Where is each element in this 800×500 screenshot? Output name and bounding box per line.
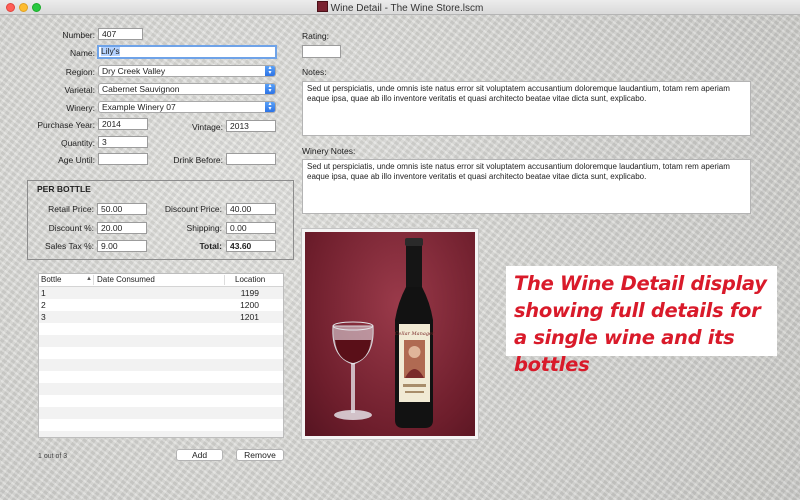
discount-price-label: Discount Price: <box>164 204 222 214</box>
wine-bottle-and-glass-image: Cellar Manager <box>332 238 435 428</box>
purchase-year-label: Purchase Year: <box>37 120 95 130</box>
bottles-table-header: Bottle ▲ Date Consumed Location <box>39 274 283 287</box>
quantity-label: Quantity: <box>60 138 95 148</box>
table-row[interactable]: 2 1200 <box>39 299 283 311</box>
winery-label: Winery: <box>66 103 95 113</box>
winery-notes-textarea[interactable]: Sed ut perspiciatis, unde omnis iste nat… <box>302 159 751 214</box>
wine-photo: Cellar Manager <box>305 232 475 436</box>
number-field[interactable]: 407 <box>98 28 143 40</box>
title-bar: Wine Detail - The Wine Store.lscm <box>0 0 800 15</box>
column-header-date-consumed[interactable]: Date Consumed <box>93 275 155 285</box>
number-label: Number: <box>62 30 95 40</box>
location-cell: 1200 <box>240 300 259 310</box>
retail-price-label: Retail Price: <box>48 204 94 214</box>
total-field: 43.60 <box>226 240 276 252</box>
empty-row <box>39 395 283 407</box>
rating-label: Rating: <box>302 31 329 41</box>
location-cell: 1199 <box>240 288 259 298</box>
table-row[interactable]: 1 1199 <box>39 287 283 299</box>
varietal-value: Cabernet Sauvignon <box>102 84 180 94</box>
window-title: Wine Detail - The Wine Store.lscm <box>0 1 800 14</box>
bottles-table[interactable]: Bottle ▲ Date Consumed Location 1 1199 21… <box>38 273 284 438</box>
sort-ascending-icon: ▲ <box>86 276 92 282</box>
notes-label: Notes: <box>302 67 327 77</box>
notes-textarea[interactable]: Sed ut perspiciatis, unde omnis iste nat… <box>302 81 751 136</box>
column-header-location[interactable]: Location <box>224 275 283 285</box>
table-row[interactable]: 3 1201 <box>39 311 283 323</box>
winery-notes-label: Winery Notes: <box>302 146 356 156</box>
per-bottle-title: PER BOTTLE <box>37 184 91 194</box>
caption-text: The Wine Detail display showing full det… <box>514 272 767 376</box>
varietal-select[interactable]: Cabernet Sauvignon ▴ ▾ <box>98 83 276 95</box>
varietal-label: Varietal: <box>64 85 95 95</box>
empty-row <box>39 359 283 371</box>
age-until-field[interactable] <box>98 153 148 165</box>
wine-detail-window: Wine Detail - The Wine Store.lscm Number… <box>0 0 800 500</box>
shipping-label: Shipping: <box>186 223 222 233</box>
remove-bottle-button[interactable]: Remove <box>236 449 284 461</box>
region-value: Dry Creek Valley <box>102 66 166 76</box>
empty-row <box>39 419 283 431</box>
region-label: Region: <box>65 67 95 77</box>
age-until-label: Age Until: <box>58 155 95 165</box>
winery-select[interactable]: Example Winery 07 ▴ ▾ <box>98 101 276 113</box>
name-label: Name: <box>69 48 95 58</box>
retail-price-field[interactable]: 50.00 <box>97 203 147 215</box>
chevron-updown-icon: ▴ ▾ <box>265 101 275 112</box>
empty-row <box>39 431 283 437</box>
drink-before-label: Drink Before: <box>173 155 223 165</box>
record-count: 1 out of 3 <box>38 453 68 460</box>
sales-tax-field[interactable]: 9.00 <box>97 240 147 252</box>
chevron-updown-icon: ▴ ▾ <box>265 83 275 94</box>
name-field[interactable]: Lily's <box>97 45 277 59</box>
rating-field[interactable] <box>302 45 341 58</box>
bottle-label-text: Cellar Manager <box>395 331 435 337</box>
empty-row <box>39 407 283 419</box>
discount-pct-label: Discount %: <box>48 223 94 233</box>
shipping-field[interactable]: 0.00 <box>226 222 276 234</box>
vintage-label: Vintage: <box>191 122 223 132</box>
add-bottle-button[interactable]: Add <box>176 449 223 461</box>
sales-tax-label: Sales Tax %: <box>45 241 94 251</box>
winery-value: Example Winery 07 <box>102 102 176 112</box>
empty-row <box>39 383 283 395</box>
empty-row <box>39 323 283 335</box>
location-cell: 1201 <box>240 312 259 322</box>
empty-row <box>39 347 283 359</box>
region-select[interactable]: Dry Creek Valley ▴ ▾ <box>98 65 276 77</box>
vintage-field[interactable]: 2013 <box>226 120 276 132</box>
wine-photo-well[interactable]: Cellar Manager <box>301 228 479 440</box>
total-label: Total: <box>199 241 222 251</box>
column-header-bottle[interactable]: Bottle <box>41 275 61 284</box>
quantity-field[interactable]: 3 <box>98 136 148 148</box>
empty-row <box>39 371 283 383</box>
name-field-value: Lily's <box>101 46 120 56</box>
bottle-cell: 2 <box>41 300 46 310</box>
bottle-cell: 1 <box>41 288 46 298</box>
bottle-cell: 3 <box>41 312 46 322</box>
discount-pct-field[interactable]: 20.00 <box>97 222 147 234</box>
caption-box: The Wine Detail display showing full det… <box>506 266 777 376</box>
discount-price-field[interactable]: 40.00 <box>226 203 276 215</box>
chevron-updown-icon: ▴ ▾ <box>265 65 275 76</box>
purchase-year-field[interactable]: 2014 <box>98 118 148 130</box>
drink-before-field[interactable] <box>226 153 276 165</box>
document-icon <box>316 1 328 12</box>
bottles-table-body: 1 1199 2 1200 3 1201 <box>39 287 283 437</box>
empty-row <box>39 335 283 347</box>
